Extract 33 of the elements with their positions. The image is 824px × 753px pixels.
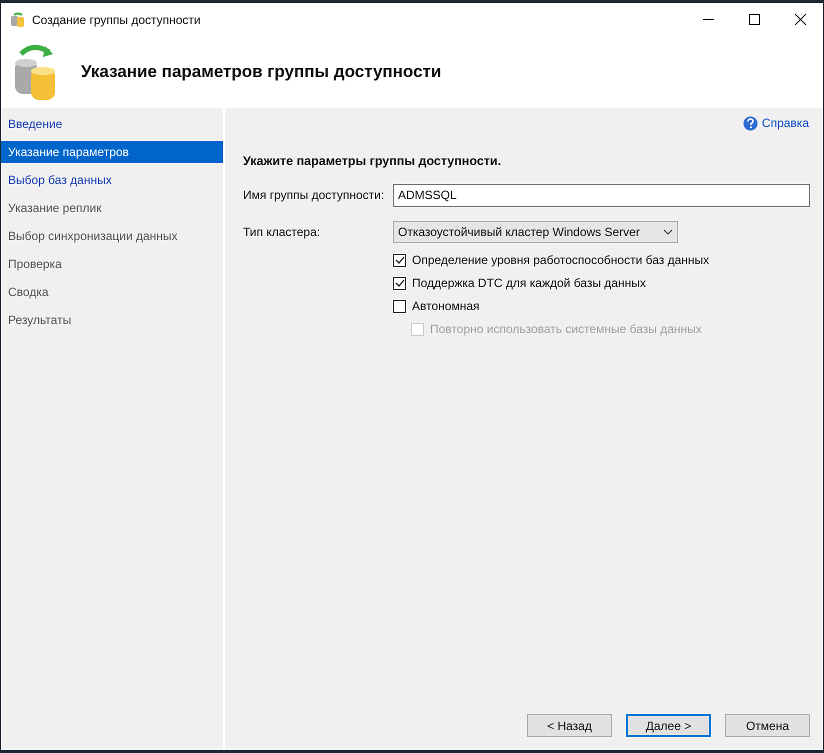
check-icon (394, 256, 404, 264)
sidebar-item[interactable]: Указание реплик (1, 197, 223, 219)
dialog-button[interactable]: Отмена (725, 714, 810, 737)
checkbox[interactable] (393, 300, 406, 313)
window-title: Создание группы доступности (32, 12, 201, 28)
chevron-icon (663, 228, 673, 235)
check-icon (394, 279, 404, 288)
option-checkbox[interactable]: Поддержка DTC для каждой базы данных (393, 274, 823, 292)
help-icon (742, 116, 758, 130)
sidebar-item[interactable]: Выбор баз данных (1, 169, 223, 191)
sidebar-item[interactable]: Результаты (1, 309, 223, 331)
app-icon (10, 12, 26, 28)
help-link[interactable]: Справка (742, 114, 809, 132)
sidebar-item[interactable]: Введение (1, 113, 223, 135)
sidebar-item[interactable]: Проверка (1, 253, 223, 275)
minimize-icon (702, 19, 714, 20)
option-checkbox[interactable]: Автономная (393, 298, 823, 315)
option-checkbox[interactable]: Определение уровня работоспособности баз данных (393, 252, 823, 269)
maximize-icon (748, 14, 760, 25)
close-icon (794, 14, 806, 25)
dialog-button[interactable]: Далее > (626, 714, 711, 737)
sidebar-item[interactable]: Сводка (1, 281, 223, 303)
page-heading: Указание параметров группы доступности (81, 61, 442, 84)
sidebar-item[interactable]: Выбор синхронизации данных (1, 225, 223, 247)
section-heading: Укажите параметры группы доступности. (243, 153, 502, 170)
dialog-button[interactable]: < Назад (527, 714, 612, 737)
sidebar-item[interactable]: Указание параметров (1, 141, 223, 163)
name-field[interactable]: ADMSSQL (393, 184, 810, 207)
field-label: Имя группы доступности: (243, 187, 386, 204)
checkbox[interactable] (393, 254, 406, 267)
cluster-dropdown[interactable]: Отказоустойчивый кластер Windows Server (393, 220, 678, 243)
checkbox[interactable] (393, 276, 406, 290)
field-label: Тип кластера: (243, 224, 322, 241)
